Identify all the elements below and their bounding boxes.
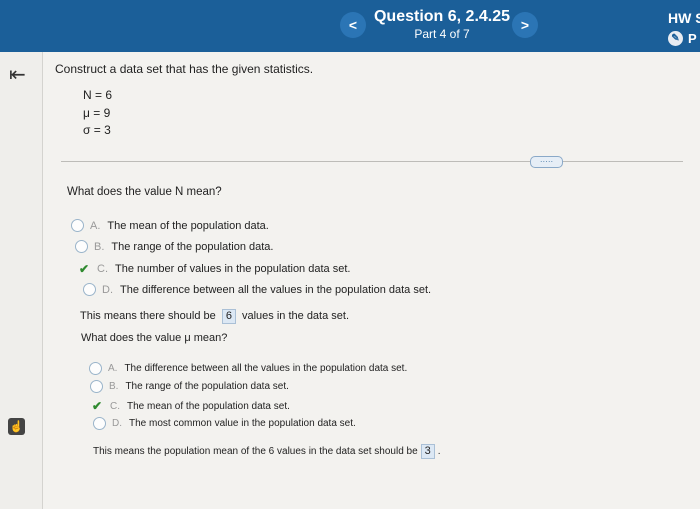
collapse-icon[interactable]: ⇤ (9, 62, 26, 87)
next-question-button[interactable]: > (512, 12, 538, 38)
q2-text: What does the value μ mean? (81, 332, 228, 344)
question-part: Part 4 of 7 (414, 27, 470, 41)
answer-box-n[interactable]: 6 (221, 309, 236, 324)
question-panel: Construct a data set that has the given … (43, 52, 700, 509)
q1-option-b[interactable]: B. The range of the population data. (75, 240, 273, 253)
radio-icon[interactable] (90, 380, 103, 393)
radio-icon[interactable] (75, 240, 88, 253)
points-indicator: ✎ P (668, 31, 697, 46)
top-bar: < Question 6, 2.4.25 Part 4 of 7 > HW S … (0, 0, 700, 52)
stat-n: N = 6 (83, 88, 113, 102)
q1-option-c[interactable]: ✔ C. The number of values in the populat… (79, 262, 350, 276)
q1-option-d[interactable]: D. The difference between all the values… (83, 283, 431, 296)
partial-credit-icon: ✎ (668, 31, 683, 46)
checkmark-icon: ✔ (92, 399, 103, 413)
previous-question-button[interactable]: < (340, 12, 366, 38)
statement-2: This means the population mean of the 6 … (93, 444, 441, 459)
section-divider (61, 161, 683, 162)
q1-text: What does the value N mean? (67, 186, 222, 198)
answer-box-mu[interactable]: 3 (420, 444, 435, 459)
more-options-button[interactable]: ····· (530, 156, 563, 168)
left-rail (0, 52, 43, 509)
statement-1: This means there should be 6 values in t… (80, 309, 350, 324)
radio-icon[interactable] (89, 362, 102, 375)
points-label: P (688, 31, 697, 46)
hw-score-label: HW S (668, 10, 700, 26)
q2-option-a[interactable]: A. The difference between all the values… (89, 362, 407, 375)
q2-option-c[interactable]: ✔ C. The mean of the population data set… (92, 399, 290, 413)
question-title: Question 6, 2.4.25 (373, 8, 511, 25)
prompt-text: Construct a data set that has the given … (55, 62, 314, 76)
hand-icon[interactable]: ☝ (8, 418, 25, 435)
checkmark-icon: ✔ (79, 262, 90, 276)
radio-icon[interactable] (71, 219, 84, 232)
radio-icon[interactable] (83, 283, 96, 296)
q1-option-a[interactable]: A. The mean of the population data. (71, 219, 269, 232)
radio-icon[interactable] (93, 417, 106, 430)
stat-sigma: σ = 3 (83, 123, 111, 137)
q2-option-b[interactable]: B. The range of the population data set. (90, 380, 289, 393)
q2-option-d[interactable]: D. The most common value in the populati… (93, 417, 356, 430)
stat-mu: μ = 9 (83, 106, 111, 120)
